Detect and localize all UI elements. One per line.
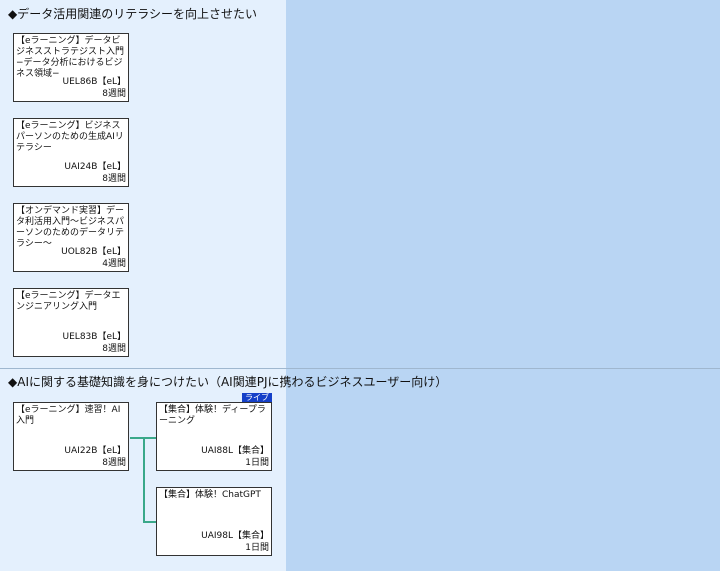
section-divider bbox=[0, 368, 720, 369]
course-card-uai98l[interactable]: 【集合】体験！ChatGPT UAI98L【集合】 1日間 bbox=[156, 487, 272, 556]
live-badge: ライブ bbox=[242, 393, 272, 402]
course-card-uai24b[interactable]: 【eラーニング】ビジネスパーソンのための生成AIリテラシー UAI24B【eL】… bbox=[13, 118, 129, 187]
course-card-uai22b[interactable]: 【eラーニング】速習！AI入門 UAI22B【eL】 8週間 bbox=[13, 402, 129, 471]
course-title: 【集合】体験！ディープラーニング bbox=[159, 405, 266, 426]
course-title: 【eラーニング】速習！AI入門 bbox=[16, 405, 121, 426]
course-card-uel86b[interactable]: 【eラーニング】データビジネスストラテジスト入門−データ分析におけるビジネス領域… bbox=[13, 33, 129, 102]
course-title: 【オンデマンド実習】データ利活用入門〜ビジネスパーソンのためのデータリテラシー〜 bbox=[16, 206, 125, 249]
course-code: UAI24B【eL】 bbox=[64, 162, 126, 172]
course-card-uol82b[interactable]: 【オンデマンド実習】データ利活用入門〜ビジネスパーソンのためのデータリテラシー〜… bbox=[13, 203, 129, 272]
course-card-uel83b[interactable]: 【eラーニング】データエンジニアリング入門 UEL83B【eL】 8週間 bbox=[13, 288, 129, 357]
course-duration: 4週間 bbox=[102, 259, 126, 269]
course-title: 【eラーニング】データビジネスストラテジスト入門−データ分析におけるビジネス領域… bbox=[16, 36, 125, 79]
connector-line bbox=[143, 437, 145, 522]
course-code: UEL86B【eL】 bbox=[62, 77, 126, 87]
course-title: 【集合】体験！ChatGPT bbox=[159, 490, 261, 500]
section-title-data-literacy: ◆データ活用関連のリテラシーを向上させたい bbox=[8, 7, 257, 21]
course-title: 【eラーニング】ビジネスパーソンのための生成AIリテラシー bbox=[16, 121, 124, 153]
course-duration: 8週間 bbox=[102, 458, 126, 468]
course-code: UOL82B【eL】 bbox=[61, 247, 126, 257]
course-code: UAI98L【集合】 bbox=[201, 531, 269, 541]
course-duration: 8週間 bbox=[102, 344, 126, 354]
course-card-uai88l[interactable]: 【集合】体験！ディープラーニング UAI88L【集合】 1日間 bbox=[156, 402, 272, 471]
course-code: UAI88L【集合】 bbox=[201, 446, 269, 456]
course-duration: 1日間 bbox=[245, 458, 269, 468]
connector-line bbox=[143, 521, 156, 523]
course-duration: 8週間 bbox=[102, 89, 126, 99]
connector-line bbox=[130, 437, 144, 439]
course-code: UEL83B【eL】 bbox=[62, 332, 126, 342]
course-title: 【eラーニング】データエンジニアリング入門 bbox=[16, 291, 121, 312]
course-duration: 8週間 bbox=[102, 174, 126, 184]
section-title-ai-basics: ◆AIに関する基礎知識を身につけたい（AI関連PJに携わるビジネスユーザー向け） bbox=[8, 375, 448, 389]
course-duration: 1日間 bbox=[245, 543, 269, 553]
connector-line bbox=[143, 437, 156, 439]
course-code: UAI22B【eL】 bbox=[64, 446, 126, 456]
